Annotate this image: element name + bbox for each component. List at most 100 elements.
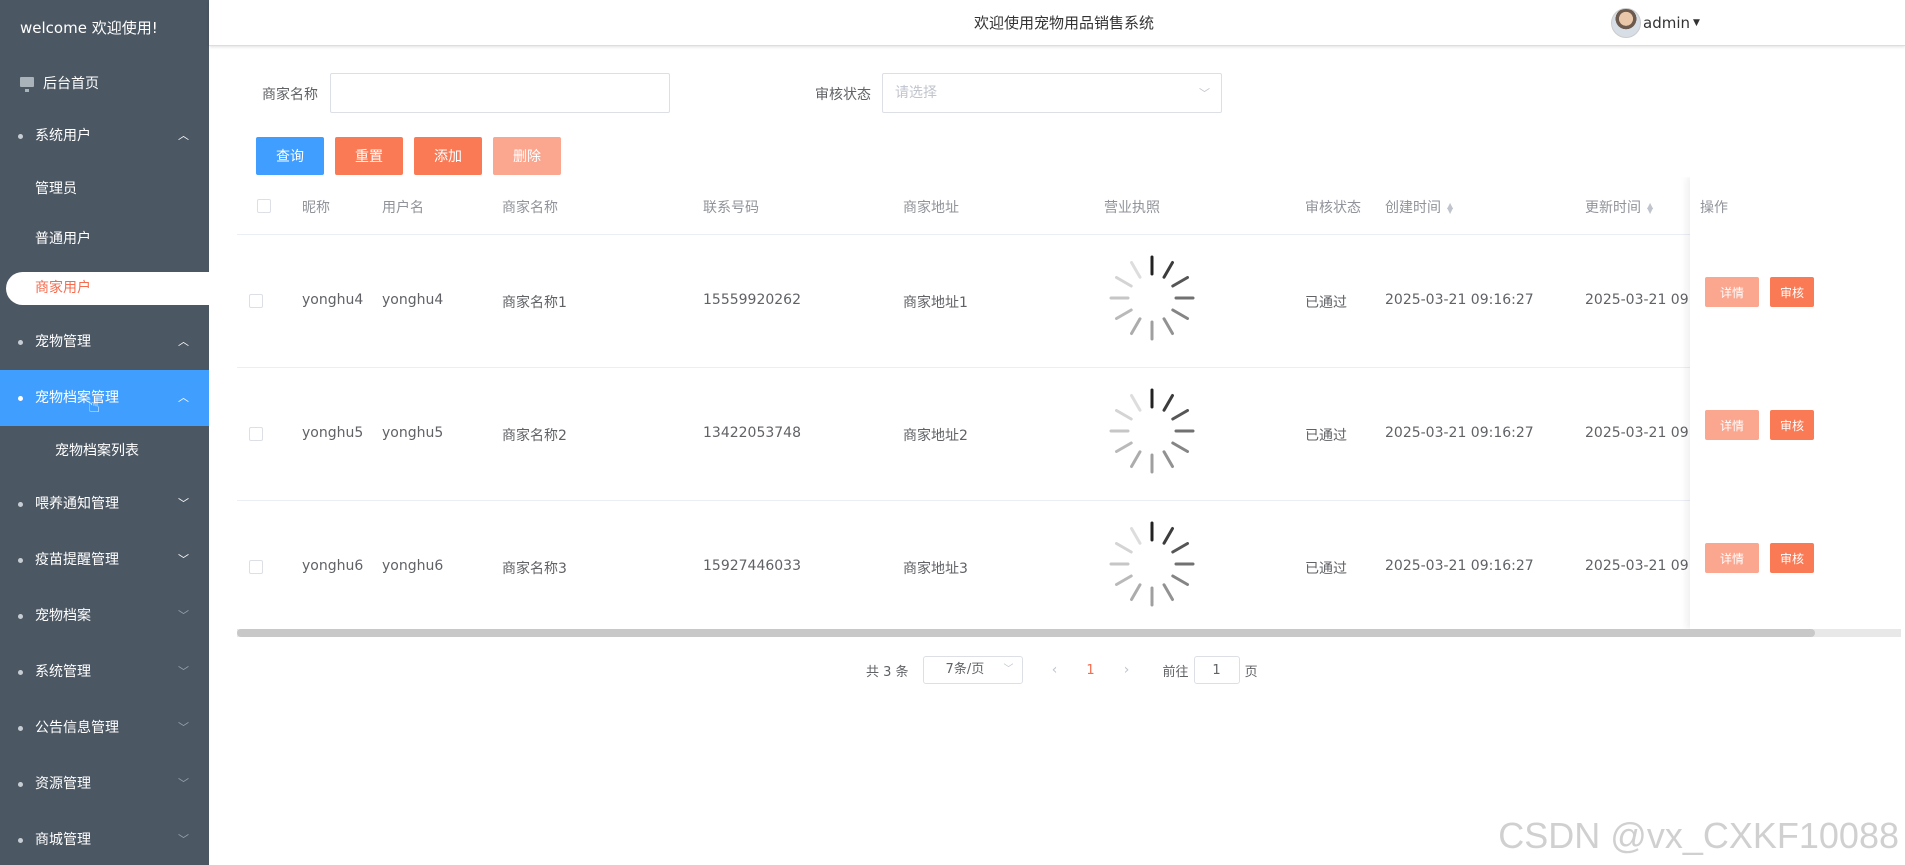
sidebar-item-label: 系统管理 xyxy=(35,664,91,680)
row-checkbox[interactable] xyxy=(249,560,263,574)
row-checkbox[interactable] xyxy=(249,294,263,308)
sidebar-item-label: 系统用户 xyxy=(35,128,91,144)
cell-address: 商家地址2 xyxy=(903,428,968,444)
cell-phone: 13422053748 xyxy=(703,425,801,441)
spinner-tick xyxy=(1130,583,1142,602)
chevron-down-icon: ﹀ xyxy=(1003,664,1014,675)
cell-username: yonghu4 xyxy=(382,292,444,308)
cell-username: yonghu6 xyxy=(382,558,444,574)
sidebar-item-feeding-notice[interactable]: 喂养通知管理 ﹀ xyxy=(0,476,209,532)
col-username: 用户名 xyxy=(382,200,424,216)
page-number[interactable]: 1 xyxy=(1081,663,1101,678)
cell-phone: 15559920262 xyxy=(703,292,801,308)
bullet-icon xyxy=(18,726,23,731)
sidebar-item-home[interactable]: 后台首页 xyxy=(0,60,209,108)
bullet-icon xyxy=(18,558,23,563)
goto-page-input[interactable] xyxy=(1193,656,1240,684)
sidebar-item-announcement[interactable]: 公告信息管理 ﹀ xyxy=(0,700,209,756)
col-created-time[interactable]: 创建时间 ▲ ▼ xyxy=(1385,197,1453,217)
spinner-tick xyxy=(1114,308,1133,320)
spinner-tick xyxy=(1162,583,1174,602)
detail-button[interactable]: 详情 xyxy=(1705,543,1759,573)
loading-spinner-icon xyxy=(1109,388,1195,474)
sidebar-item-resources[interactable]: 资源管理 ﹀ xyxy=(0,756,209,812)
sidebar-item-label: 宠物管理 xyxy=(35,334,91,350)
audit-status-select[interactable] xyxy=(882,73,1222,113)
select-all-checkbox[interactable] xyxy=(257,199,271,213)
spinner-tick xyxy=(1114,276,1133,288)
page-size-select[interactable]: 7条/页 ﹀ xyxy=(922,656,1023,684)
loading-spinner-icon xyxy=(1109,255,1195,341)
spinner-tick xyxy=(1171,542,1190,554)
sidebar-item-vaccine-reminder[interactable]: 疫苗提醒管理 ﹀ xyxy=(0,532,209,588)
spinner-tick xyxy=(1114,441,1133,453)
main-content: 商家名称 审核状态 ﹀ 查询 重置 添加 删除 昵称 用户名 商家名称 联系号码… xyxy=(209,47,1905,865)
chevron-down-icon: ﹀ xyxy=(178,497,189,510)
bullet-icon xyxy=(18,614,23,619)
merchant-name-input[interactable] xyxy=(330,73,670,113)
query-button[interactable]: 查询 xyxy=(256,137,324,175)
audit-status-label: 审核状态 xyxy=(815,87,871,103)
detail-button[interactable]: 详情 xyxy=(1705,410,1759,440)
chevron-up-icon: ︿ xyxy=(178,391,189,404)
next-page-icon[interactable]: › xyxy=(1117,662,1137,678)
col-phone: 联系号码 xyxy=(703,200,759,216)
cell-created: 2025-03-21 09:16:27 xyxy=(1385,292,1534,308)
sidebar-item-mall[interactable]: 商城管理 ﹀ xyxy=(0,812,209,865)
sidebar-subitem-normal-user[interactable]: 普通用户 xyxy=(0,214,209,264)
monitor-icon xyxy=(20,77,34,92)
reset-button[interactable]: 重置 xyxy=(335,137,403,175)
user-menu[interactable]: admin ▼ xyxy=(1611,6,1700,40)
sidebar-welcome: welcome 欢迎使用! xyxy=(20,19,158,37)
goto-prefix: 前往 xyxy=(1162,664,1189,680)
goto-suffix: 页 xyxy=(1244,664,1258,680)
bullet-icon xyxy=(18,340,23,345)
delete-button[interactable]: 删除 xyxy=(493,137,561,175)
pagination: 共 3 条 7条/页 ﹀ ‹ 1 › 前往 页 xyxy=(866,655,1258,685)
sort-icon[interactable]: ▲ ▼ xyxy=(1447,202,1453,215)
scrollbar-thumb[interactable] xyxy=(237,629,1815,637)
spinner-tick xyxy=(1171,308,1190,320)
audit-button[interactable]: 审核 xyxy=(1770,543,1814,573)
sidebar-item-system-users[interactable]: 系统用户 ︿ xyxy=(0,108,209,164)
chevron-down-icon: ﹀ xyxy=(178,721,189,734)
col-updated-time[interactable]: 更新时间 ▲ ▼ xyxy=(1585,197,1653,217)
cell-merchant: 商家名称1 xyxy=(502,295,567,311)
spinner-tick xyxy=(1130,260,1142,279)
sidebar-subitem-pet-archive-list[interactable]: 宠物档案列表 xyxy=(0,426,209,476)
prev-page-icon[interactable]: ‹ xyxy=(1045,662,1065,678)
chevron-down-icon: ﹀ xyxy=(178,553,189,566)
sort-icon[interactable]: ▲ ▼ xyxy=(1647,202,1653,215)
table-row: yonghu4 yonghu4 商家名称1 15559920262 商家地址1 … xyxy=(237,235,1901,368)
audit-button[interactable]: 审核 xyxy=(1770,277,1814,307)
sidebar-item-pet-management[interactable]: 宠物管理 ︿ xyxy=(0,314,209,370)
bullet-icon xyxy=(18,396,23,401)
audit-button[interactable]: 审核 xyxy=(1770,410,1814,440)
col-merchant-name: 商家名称 xyxy=(502,200,558,216)
cell-nickname: yonghu6 xyxy=(302,558,364,574)
sidebar-item-label: 疫苗提醒管理 xyxy=(35,552,119,568)
sidebar-subitem-merchant-user[interactable]: 商家用户 xyxy=(6,272,209,305)
sidebar-item-label: 喂养通知管理 xyxy=(35,496,119,512)
sidebar-item-pet-archive-management[interactable]: 宠物档案管理 ︿ xyxy=(0,370,209,426)
cell-address: 商家地址1 xyxy=(903,295,968,311)
row-checkbox[interactable] xyxy=(249,427,263,441)
total-count: 共 3 条 xyxy=(866,664,909,680)
sidebar-subitem-admin[interactable]: 管理员 xyxy=(0,164,209,214)
spinner-tick xyxy=(1162,526,1174,545)
merchant-name-label: 商家名称 xyxy=(262,87,318,103)
col-license: 营业执照 xyxy=(1104,200,1160,216)
horizontal-scrollbar[interactable] xyxy=(237,629,1901,637)
col-address: 商家地址 xyxy=(903,200,959,216)
spinner-tick xyxy=(1162,450,1174,469)
add-button[interactable]: 添加 xyxy=(414,137,482,175)
detail-button[interactable]: 详情 xyxy=(1705,277,1759,307)
fixed-operation-column: 操作 详情 审核 详情 审核 详情 审核 xyxy=(1690,177,1901,629)
cell-merchant: 商家名称3 xyxy=(502,561,567,577)
cell-username: yonghu5 xyxy=(382,425,444,441)
spinner-tick xyxy=(1171,441,1190,453)
sidebar-item-system-management[interactable]: 系统管理 ﹀ xyxy=(0,644,209,700)
chevron-up-icon: ︿ xyxy=(178,129,189,142)
sidebar-item-pet-archive[interactable]: 宠物档案 ﹀ xyxy=(0,588,209,644)
table-row: yonghu6 yonghu6 商家名称3 15927446033 商家地址3 … xyxy=(237,501,1901,634)
